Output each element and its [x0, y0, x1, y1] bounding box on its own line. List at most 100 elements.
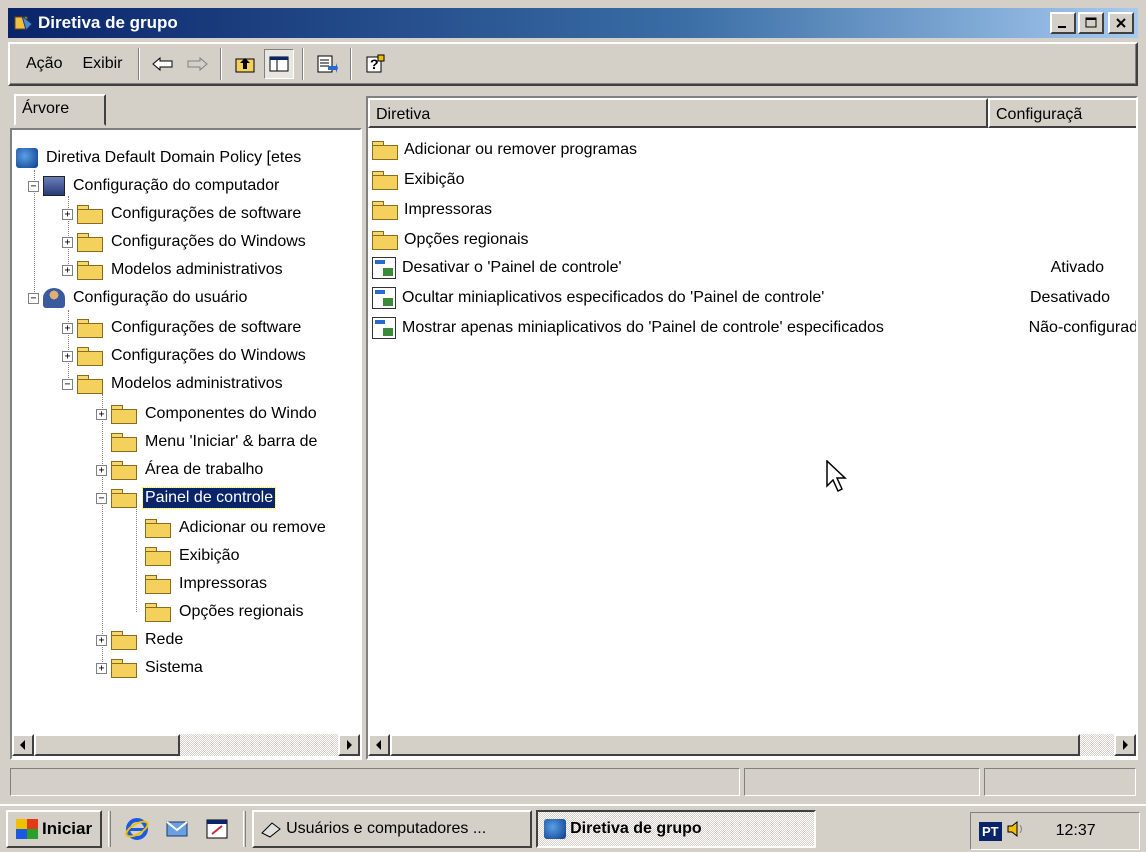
show-desktop-icon[interactable]: [203, 815, 231, 843]
tree-node-painel-de-controle[interactable]: − Painel de controle: [96, 484, 277, 512]
expand-icon[interactable]: +: [96, 408, 107, 420]
arrow-right-icon: [347, 740, 352, 750]
column-header-diretiva[interactable]: Diretiva: [368, 98, 988, 128]
expand-icon[interactable]: +: [62, 236, 73, 248]
tree-node[interactable]: Impressoras: [130, 570, 269, 598]
policy-setting-icon: [372, 317, 396, 339]
list-item[interactable]: Opções regionais: [372, 226, 1132, 254]
tree-node[interactable]: + Configurações de software: [62, 200, 303, 228]
minimize-button[interactable]: [1050, 12, 1076, 34]
tree-node-user-config[interactable]: − Configuração do usuário: [28, 284, 249, 312]
menu-exibir[interactable]: Exibir: [72, 53, 132, 75]
ie-glyph-icon: [125, 818, 149, 840]
system-tray: PT 12:37: [970, 812, 1140, 850]
expand-icon[interactable]: +: [62, 350, 73, 362]
tree-node[interactable]: Exibição: [130, 542, 241, 570]
folder-icon: [77, 375, 103, 394]
tree-node[interactable]: + Configurações do Windows: [62, 228, 308, 256]
policy-setting-value: Ativado: [1050, 259, 1104, 276]
list-item[interactable]: Mostrar apenas miniaplicativos do 'Paine…: [372, 314, 1136, 342]
maximize-button[interactable]: [1078, 12, 1104, 34]
collapse-icon[interactable]: −: [96, 492, 107, 504]
window-title: Diretiva de grupo: [38, 13, 178, 32]
list-item[interactable]: Adicionar ou remover programas: [372, 136, 1132, 164]
scroll-left-button[interactable]: [368, 734, 390, 756]
tree-node[interactable]: + Configurações de software: [62, 314, 303, 342]
user-icon: [43, 288, 65, 308]
list-item[interactable]: Ocultar miniaplicativos especificados do…: [372, 284, 1132, 312]
list-item[interactable]: Exibição: [372, 166, 1132, 194]
expand-icon[interactable]: +: [62, 322, 73, 334]
scroll-thumb[interactable]: [34, 734, 180, 756]
tree-node[interactable]: Adicionar ou remove: [130, 514, 328, 542]
column-header-configuracao[interactable]: Configuraçã: [988, 98, 1136, 128]
show-hide-tree-button[interactable]: [264, 49, 295, 79]
toolbar-separator: [350, 48, 353, 80]
clock[interactable]: 12:37: [1056, 822, 1096, 840]
collapse-icon[interactable]: −: [62, 378, 73, 390]
group-policy-icon: [14, 14, 33, 31]
tree-node[interactable]: + Área de trabalho: [96, 456, 265, 484]
minimize-icon: [1058, 26, 1066, 28]
scroll-right-button[interactable]: [338, 734, 360, 756]
start-button[interactable]: Iniciar: [6, 810, 103, 848]
tree-root[interactable]: Diretiva Default Domain Policy [etes: [16, 144, 303, 172]
tree-node-computer-config[interactable]: − Configuração do computador: [28, 172, 281, 200]
volume-glyph-icon: [1007, 820, 1022, 837]
policy-setting-value: Desativado: [1029, 289, 1110, 306]
folder-icon: [111, 405, 137, 424]
tab-arvore[interactable]: Árvore: [14, 94, 106, 126]
folder-icon: [145, 575, 171, 594]
tree-node[interactable]: Menu 'Iniciar' & barra de: [96, 428, 319, 456]
back-arrow-icon: [152, 57, 173, 71]
speaker-icon[interactable]: [1006, 820, 1026, 843]
folder-icon: [77, 347, 103, 366]
arrow-left-icon: [376, 740, 381, 750]
list-hscrollbar[interactable]: [368, 734, 1136, 756]
computer-icon: [43, 176, 65, 196]
task-button-diretiva[interactable]: Diretiva de grupo: [536, 810, 817, 848]
language-indicator[interactable]: PT: [979, 821, 1002, 841]
tree-node[interactable]: − Modelos administrativos: [62, 370, 285, 398]
tree-pane[interactable]: Diretiva Default Domain Policy [etes − C…: [10, 128, 362, 760]
expand-icon[interactable]: +: [96, 662, 107, 674]
folder-icon: [77, 205, 103, 224]
scroll-left-button[interactable]: [12, 734, 34, 756]
expand-icon[interactable]: +: [96, 634, 107, 646]
help-button[interactable]: ?: [360, 49, 390, 79]
export-list-button[interactable]: [312, 49, 342, 79]
folder-icon: [111, 659, 137, 678]
scroll-thumb[interactable]: [390, 734, 1080, 756]
tree-hscrollbar[interactable]: [12, 734, 360, 756]
tree-node[interactable]: + Modelos administrativos: [62, 256, 285, 284]
list-pane[interactable]: Diretiva Configuraçã Adicionar ou remove…: [366, 96, 1138, 760]
scroll-right-button[interactable]: [1114, 734, 1136, 756]
up-one-level-button[interactable]: [230, 49, 260, 79]
back-button[interactable]: [148, 49, 178, 79]
mouse-cursor-icon: [826, 460, 847, 493]
folder-icon: [111, 631, 137, 650]
menu-acao[interactable]: Ação: [16, 53, 72, 75]
tree-node[interactable]: + Sistema: [96, 654, 205, 682]
close-button[interactable]: [1108, 12, 1134, 34]
folder-icon: [145, 547, 171, 566]
tree-node[interactable]: + Rede: [96, 626, 185, 654]
tree-node[interactable]: + Componentes do Windo: [96, 400, 319, 428]
outlook-express-icon[interactable]: [163, 815, 191, 843]
tree-node[interactable]: Opções regionais: [130, 598, 306, 626]
arrow-right-icon: [1123, 740, 1128, 750]
expand-icon[interactable]: +: [62, 264, 73, 276]
internet-explorer-icon[interactable]: [123, 815, 151, 843]
task-button-usuarios[interactable]: Usuários e computadores ...: [252, 810, 533, 848]
policy-setting-value: Não-configurad: [1028, 319, 1138, 336]
forward-button[interactable]: [182, 49, 212, 79]
folder-icon: [372, 201, 398, 220]
expand-icon[interactable]: +: [96, 464, 107, 476]
list-item[interactable]: Impressoras: [372, 196, 1132, 224]
expand-icon[interactable]: +: [62, 208, 73, 220]
open-folder-icon: [111, 489, 137, 508]
collapse-icon[interactable]: −: [28, 292, 39, 304]
collapse-icon[interactable]: −: [28, 180, 39, 192]
list-item[interactable]: Desativar o 'Painel de controle' Ativado: [372, 254, 1132, 282]
tree-node[interactable]: + Configurações do Windows: [62, 342, 308, 370]
